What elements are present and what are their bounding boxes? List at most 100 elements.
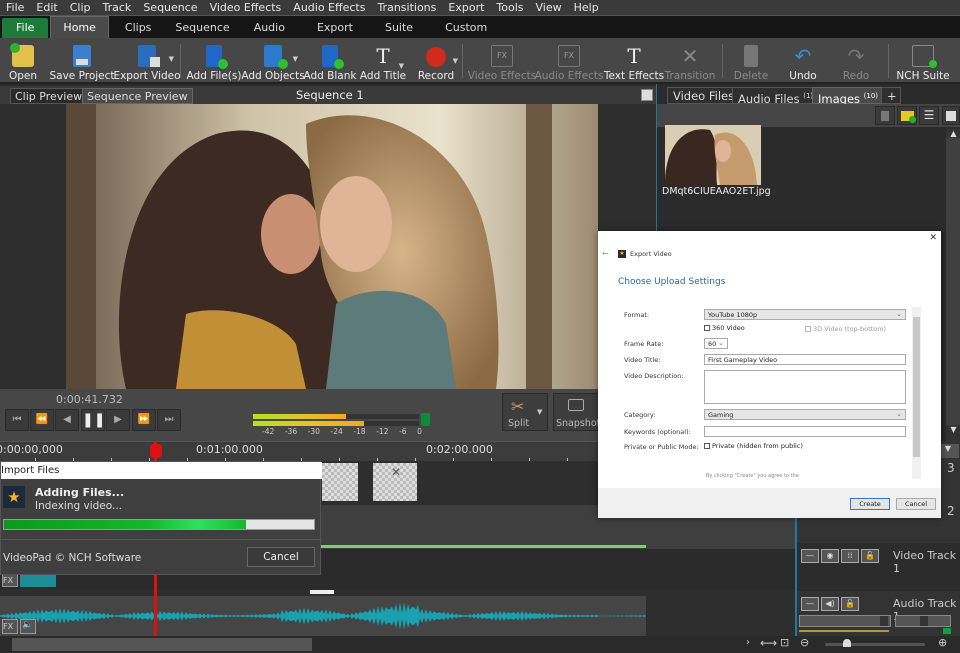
- speaker-icon[interactable]: ◀): [821, 597, 839, 611]
- audio-fx-button[interactable]: FX: [2, 619, 18, 634]
- undock-icon[interactable]: [942, 106, 960, 125]
- add-title-button[interactable]: T ▼ Add Title: [360, 40, 406, 82]
- lock-icon[interactable]: 🔓: [861, 549, 879, 563]
- tab-clip-preview[interactable]: Clip Preview: [10, 88, 88, 104]
- step-forward-button[interactable]: ▶: [106, 409, 130, 431]
- go-to-start-button[interactable]: ⏮: [5, 409, 29, 431]
- bin-delete-button[interactable]: [875, 106, 895, 125]
- tab-sequence[interactable]: Sequence: [163, 18, 241, 38]
- create-button[interactable]: Create: [850, 498, 890, 510]
- keywords-input[interactable]: [704, 426, 906, 437]
- menu-audio-effects[interactable]: Audio Effects: [287, 0, 371, 16]
- close-icon[interactable]: ✕: [929, 233, 937, 243]
- tab-images[interactable]: Images (10): [812, 87, 885, 106]
- video-effects-button[interactable]: FX Video Effects: [468, 40, 536, 82]
- video-description-textarea[interactable]: [704, 370, 906, 404]
- eye-icon[interactable]: ◉: [821, 549, 839, 563]
- audio-effects-button[interactable]: FX Audio Effects: [535, 40, 603, 82]
- record-button[interactable]: ▼ Record: [418, 40, 458, 82]
- format-select[interactable]: YouTube 1080p ⌄: [704, 309, 906, 320]
- tab-export[interactable]: Export: [305, 18, 365, 38]
- add-bin-tab[interactable]: +: [881, 87, 901, 104]
- frame-rate-select[interactable]: 60 ⌄: [704, 338, 728, 349]
- save-project-button[interactable]: Save Project: [49, 40, 115, 82]
- fx-button[interactable]: FX: [2, 574, 18, 587]
- nch-suite-button[interactable]: NCH Suite: [896, 40, 950, 82]
- zoom-out-icon[interactable]: ⊖: [800, 636, 809, 649]
- audio-track-1-lane[interactable]: [0, 596, 646, 636]
- scroll-up-icon[interactable]: ▲: [946, 129, 960, 138]
- tab-audio-files[interactable]: Audio Files (1): [732, 87, 820, 106]
- zoom-fit-icon[interactable]: ⊡: [780, 636, 789, 649]
- zoom-in-icon[interactable]: ⊕: [938, 636, 947, 649]
- tab-file[interactable]: File: [2, 18, 49, 38]
- undock-icon[interactable]: [641, 89, 653, 101]
- transition-button[interactable]: ✕ Transition: [665, 40, 716, 82]
- blend-icon[interactable]: ⁞⁞: [841, 549, 859, 563]
- tab-video-files[interactable]: Video Files: [667, 87, 741, 104]
- split-dropdown-icon[interactable]: ▼: [537, 408, 542, 416]
- menu-tools[interactable]: Tools: [490, 0, 529, 16]
- redo-button[interactable]: ↷ Redo: [842, 40, 870, 82]
- horizontal-scroll-thumb[interactable]: [12, 638, 312, 651]
- category-select[interactable]: Gaming ⌄: [704, 409, 906, 420]
- pause-button[interactable]: ❚❚: [81, 409, 105, 431]
- next-frame-button[interactable]: ⏩: [132, 409, 156, 431]
- pan-slider[interactable]: [895, 615, 951, 627]
- bin-add-folder-button[interactable]: [897, 106, 917, 125]
- tab-sequence-preview[interactable]: Sequence Preview: [82, 88, 193, 104]
- open-button[interactable]: Open: [8, 40, 38, 82]
- 3d-video-checkbox[interactable]: [805, 326, 811, 332]
- 360-video-checkbox[interactable]: [704, 325, 710, 331]
- menu-video-effects[interactable]: Video Effects: [204, 0, 288, 16]
- step-back-button[interactable]: ◀: [55, 409, 79, 431]
- private-checkbox[interactable]: [704, 443, 710, 449]
- collapse-track-button[interactable]: —: [801, 549, 819, 563]
- menu-edit[interactable]: Edit: [30, 0, 63, 16]
- undo-button[interactable]: ↶ Undo: [788, 40, 818, 82]
- fit-width-icon[interactable]: ⟷: [760, 636, 777, 650]
- import-cancel-button[interactable]: Cancel: [247, 547, 315, 567]
- menu-track[interactable]: Track: [97, 0, 138, 16]
- tab-clips[interactable]: Clips: [113, 18, 164, 38]
- back-arrow-icon[interactable]: ←: [602, 249, 609, 258]
- bin-scrollbar[interactable]: ▲ ▼: [946, 129, 960, 441]
- list-view-icon[interactable]: ☰: [919, 106, 939, 125]
- timeline-clip[interactable]: ✕: [373, 463, 417, 501]
- go-to-end-button[interactable]: ⏭: [157, 409, 181, 431]
- dialog-scroll-thumb[interactable]: [913, 317, 920, 457]
- speaker-icon[interactable]: 🔈: [20, 619, 36, 634]
- scroll-down-icon[interactable]: ▼: [946, 425, 960, 441]
- menu-transitions[interactable]: Transitions: [371, 0, 442, 16]
- media-thumbnail[interactable]: [665, 125, 761, 185]
- cancel-button[interactable]: Cancel: [896, 498, 936, 510]
- menu-sequence[interactable]: Sequence: [137, 0, 203, 16]
- menu-export[interactable]: Export: [442, 0, 490, 16]
- timeline-clip[interactable]: [322, 463, 358, 501]
- track-resize-handle[interactable]: [310, 590, 334, 594]
- add-blank-button[interactable]: Add Blank: [304, 40, 356, 82]
- tab-audio[interactable]: Audio: [242, 18, 297, 38]
- collapse-track-button[interactable]: —: [801, 597, 819, 611]
- timeline-clip[interactable]: [20, 574, 56, 587]
- add-files-button[interactable]: Add File(s): [187, 40, 241, 82]
- tab-home[interactable]: Home: [50, 16, 109, 38]
- zoom-slider[interactable]: [825, 639, 925, 647]
- volume-slider[interactable]: [799, 615, 891, 627]
- scroll-right-icon[interactable]: ›: [746, 637, 750, 648]
- dialog-scrollbar[interactable]: [912, 307, 921, 479]
- text-effects-button[interactable]: T Text Effects: [604, 40, 664, 82]
- lock-icon[interactable]: 🔓: [841, 597, 859, 611]
- export-video-button[interactable]: ▼ Export Video: [113, 40, 181, 82]
- video-title-input[interactable]: First Gameplay Video: [704, 354, 906, 365]
- menu-clip[interactable]: Clip: [64, 0, 97, 16]
- menu-view[interactable]: View: [530, 0, 568, 16]
- tab-suite[interactable]: Suite: [373, 18, 425, 38]
- tab-custom[interactable]: Custom: [433, 18, 499, 38]
- add-objects-button[interactable]: ▼ Add Objects: [241, 40, 305, 82]
- menu-file[interactable]: File: [0, 0, 30, 16]
- delete-button[interactable]: Delete: [734, 40, 768, 82]
- snapshot-button[interactable]: Snapshot: [553, 393, 599, 431]
- menu-help[interactable]: Help: [568, 0, 605, 16]
- split-button[interactable]: ✂ Split ▼: [502, 393, 548, 431]
